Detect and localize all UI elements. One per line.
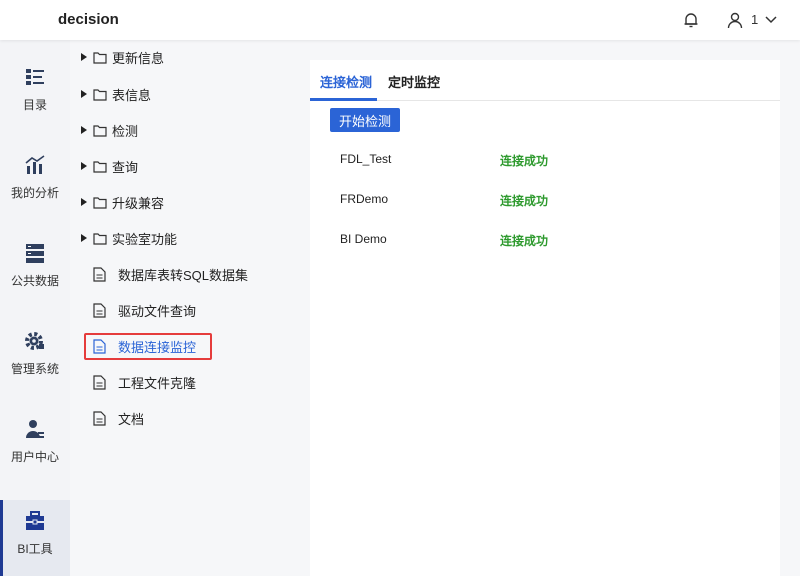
tree-doc-label: 数据库表转SQL数据集	[118, 267, 249, 283]
folder-icon	[93, 232, 107, 245]
tree-doc-label: 工程文件克隆	[118, 375, 197, 391]
tree-folder-label: 查询	[112, 159, 139, 175]
connection-row: BI Demo 连接成功	[310, 228, 780, 252]
tree-folder[interactable]: 实验室功能	[70, 226, 177, 250]
tree-folder-label: 实验室功能	[112, 231, 178, 247]
tree-folder-label: 更新信息	[112, 50, 165, 66]
folder-icon	[93, 160, 107, 173]
rail-label: 我的分析	[10, 186, 59, 200]
rail-label: 管理系统	[10, 362, 59, 376]
tree-folder[interactable]: 升级兼容	[70, 190, 164, 214]
rail-item-bi-tools[interactable]: BI工具	[0, 500, 70, 576]
app-title: decision	[58, 11, 119, 28]
start-check-button[interactable]: 开始检测	[330, 108, 400, 132]
catalog-icon	[26, 69, 44, 85]
selection-highlight-box	[84, 333, 212, 360]
analysis-icon	[25, 155, 45, 174]
folder-icon	[93, 124, 107, 137]
connection-status: 连接成功	[500, 154, 549, 168]
top-header: decision 1	[0, 0, 800, 40]
user-name[interactable]: 1	[751, 12, 758, 27]
caret-right-icon[interactable]	[79, 197, 89, 207]
user-center-icon	[26, 420, 44, 438]
tab-scheduled-monitor[interactable]: 定时监控	[388, 72, 440, 91]
document-icon	[93, 374, 106, 390]
connection-row: FDL_Test 连接成功	[310, 148, 780, 172]
tree-doc[interactable]: 工程文件克隆	[70, 370, 196, 394]
toolbox-icon	[26, 511, 44, 530]
document-icon	[93, 410, 106, 426]
left-icon-rail: 目录 我的分析 公共数据 管理系统 用户中心 BI工具	[0, 40, 70, 576]
rail-item-public-data[interactable]: 公共数据	[0, 242, 70, 312]
active-tab-indicator	[310, 98, 377, 101]
main-panel: 连接检测 定时监控 开始检测 FDL_Test 连接成功 FRDemo 连接成功…	[310, 60, 780, 576]
caret-right-icon[interactable]	[79, 161, 89, 171]
gear-icon	[25, 332, 44, 350]
rail-item-my-analysis[interactable]: 我的分析	[0, 154, 70, 224]
tree-doc-label: 驱动文件查询	[118, 303, 197, 319]
connection-status: 连接成功	[500, 234, 549, 248]
rail-label: BI工具	[17, 542, 53, 556]
tree-folder-label: 表信息	[112, 87, 152, 103]
tree-folder-label: 检测	[112, 123, 139, 139]
bell-icon[interactable]	[682, 11, 700, 29]
tree-doc[interactable]: 驱动文件查询	[70, 298, 196, 322]
rail-label: 公共数据	[10, 274, 59, 288]
database-icon	[26, 244, 44, 263]
tree-doc-label: 文档	[118, 411, 145, 427]
connection-name: FRDemo	[340, 192, 389, 206]
tree-doc[interactable]: 文档	[70, 406, 144, 430]
rail-label: 目录	[22, 98, 47, 112]
rail-item-user-center[interactable]: 用户中心	[0, 418, 70, 488]
caret-right-icon[interactable]	[79, 233, 89, 243]
tree-folder[interactable]: 表信息	[70, 82, 151, 106]
caret-right-icon[interactable]	[79, 52, 89, 62]
document-icon	[93, 266, 106, 282]
folder-icon	[93, 51, 107, 64]
caret-right-icon[interactable]	[79, 125, 89, 135]
folder-icon	[93, 88, 107, 101]
tree-doc[interactable]: 数据库表转SQL数据集	[70, 262, 248, 286]
tree-folder[interactable]: 查询	[70, 154, 138, 178]
rail-item-admin-system[interactable]: 管理系统	[0, 330, 70, 400]
connection-status: 连接成功	[500, 194, 549, 208]
connection-name: FDL_Test	[340, 152, 392, 166]
tab-bar: 连接检测 定时监控	[310, 60, 780, 101]
tree-folder[interactable]: 检测	[70, 118, 138, 142]
user-icon[interactable]	[726, 11, 744, 29]
rail-label: 用户中心	[10, 450, 59, 464]
rail-item-catalog[interactable]: 目录	[0, 66, 70, 136]
tool-tree: 更新信息 表信息 检测 查询 升级兼容 实验室功能 数据库表转SQL数据集 驱动…	[70, 40, 310, 576]
tab-connection-check[interactable]: 连接检测	[320, 72, 372, 91]
caret-right-icon[interactable]	[79, 89, 89, 99]
tree-folder-label: 升级兼容	[112, 195, 165, 211]
connection-name: BI Demo	[340, 232, 387, 246]
connection-row: FRDemo 连接成功	[310, 188, 780, 212]
tree-folder[interactable]: 更新信息	[70, 45, 164, 69]
document-icon	[93, 302, 106, 318]
chevron-down-icon[interactable]	[764, 14, 778, 26]
folder-icon	[93, 196, 107, 209]
